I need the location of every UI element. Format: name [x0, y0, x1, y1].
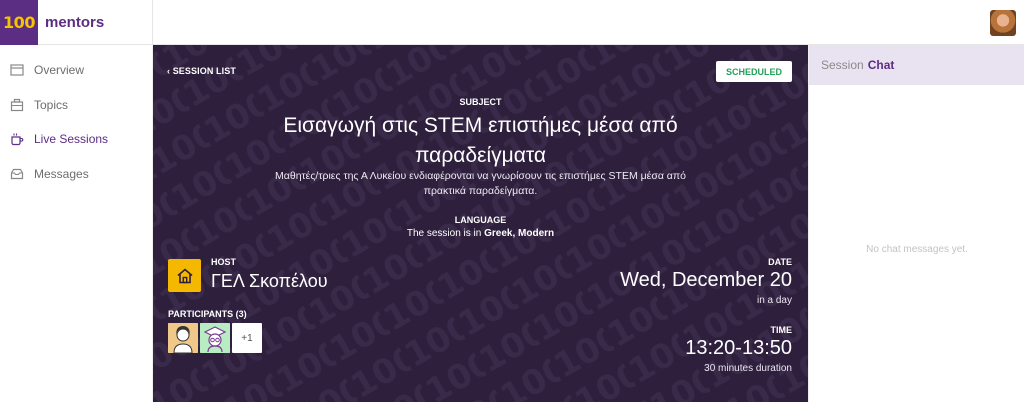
session-chat-panel: Session Chat No chat messages yet.: [808, 45, 1024, 402]
language-label: LANGUAGE: [454, 215, 507, 225]
session-list-link[interactable]: ‹ SESSION LIST: [167, 66, 236, 76]
sidebar-item-label: Overview: [34, 63, 85, 78]
topics-icon: [10, 98, 24, 112]
messages-icon: [10, 167, 24, 181]
logo-mark: 100: [0, 0, 38, 45]
sidebar-item-label: Messages: [34, 166, 89, 181]
sidebar-item-overview[interactable]: Overview: [0, 53, 152, 88]
subject-description: Μαθητές/τριες της Α Λυκείου ενδιαφέροντα…: [275, 170, 686, 197]
app: 100 mentors Overview Topics Live Session…: [0, 0, 1024, 402]
time-label: TIME: [770, 325, 793, 335]
logo[interactable]: 100 mentors: [0, 0, 153, 45]
sidebar-item-live-sessions[interactable]: Live Sessions: [0, 122, 152, 157]
language-value: Greek, Modern: [484, 228, 555, 239]
logo-name: mentors: [45, 14, 105, 31]
top-bar: 100 mentors: [0, 0, 1024, 45]
sidebar-item-messages[interactable]: Messages: [0, 157, 152, 192]
sidebar-item-label: Live Sessions: [34, 132, 109, 147]
host-name[interactable]: ΓΕΛ Σκοπέλου: [211, 271, 328, 292]
date-label: DATE: [768, 257, 792, 267]
sidebar-item-topics[interactable]: Topics: [0, 88, 152, 123]
date-value: Wed, December 20: [620, 269, 792, 291]
participants-more[interactable]: +1: [232, 323, 262, 353]
sidebar-item-label: Topics: [34, 97, 69, 112]
participant-avatar[interactable]: [168, 323, 198, 353]
chat-empty-message: No chat messages yet.: [866, 244, 968, 255]
host-label: HOST: [211, 257, 237, 267]
live-sessions-icon: [10, 132, 24, 146]
subject-label: SUBJECT: [459, 97, 502, 107]
date-relative: in a day: [756, 295, 792, 306]
chat-title-prefix: Session: [821, 58, 864, 72]
participants-list: +1: [168, 323, 264, 353]
session-list-label: SESSION LIST: [172, 66, 236, 76]
language-text: The session is in Greek, Modern: [153, 228, 808, 239]
chat-header: Session Chat: [809, 45, 1024, 85]
subject-title: Εισαγωγή στις STEM επιστήμες μέσα από πα…: [283, 114, 678, 167]
participant-avatar[interactable]: [200, 323, 230, 353]
status-badge: SCHEDULED: [716, 61, 792, 82]
overview-icon: [10, 63, 24, 77]
chat-title-strong: Chat: [867, 58, 895, 72]
session-details-panel: 100 ‹ SESSION LIST SCHEDULED SUBJECT Εισ…: [153, 45, 808, 402]
time-duration: 30 minutes duration: [704, 363, 792, 374]
time-value: 13:20-13:50: [685, 337, 792, 359]
participants-label: PARTICIPANTS (3): [168, 309, 247, 319]
sidebar: Overview Topics Live Sessions Messages: [0, 45, 153, 402]
home-icon: [168, 259, 201, 292]
user-avatar[interactable]: [990, 10, 1016, 36]
language-prefix: The session is in: [406, 228, 482, 239]
